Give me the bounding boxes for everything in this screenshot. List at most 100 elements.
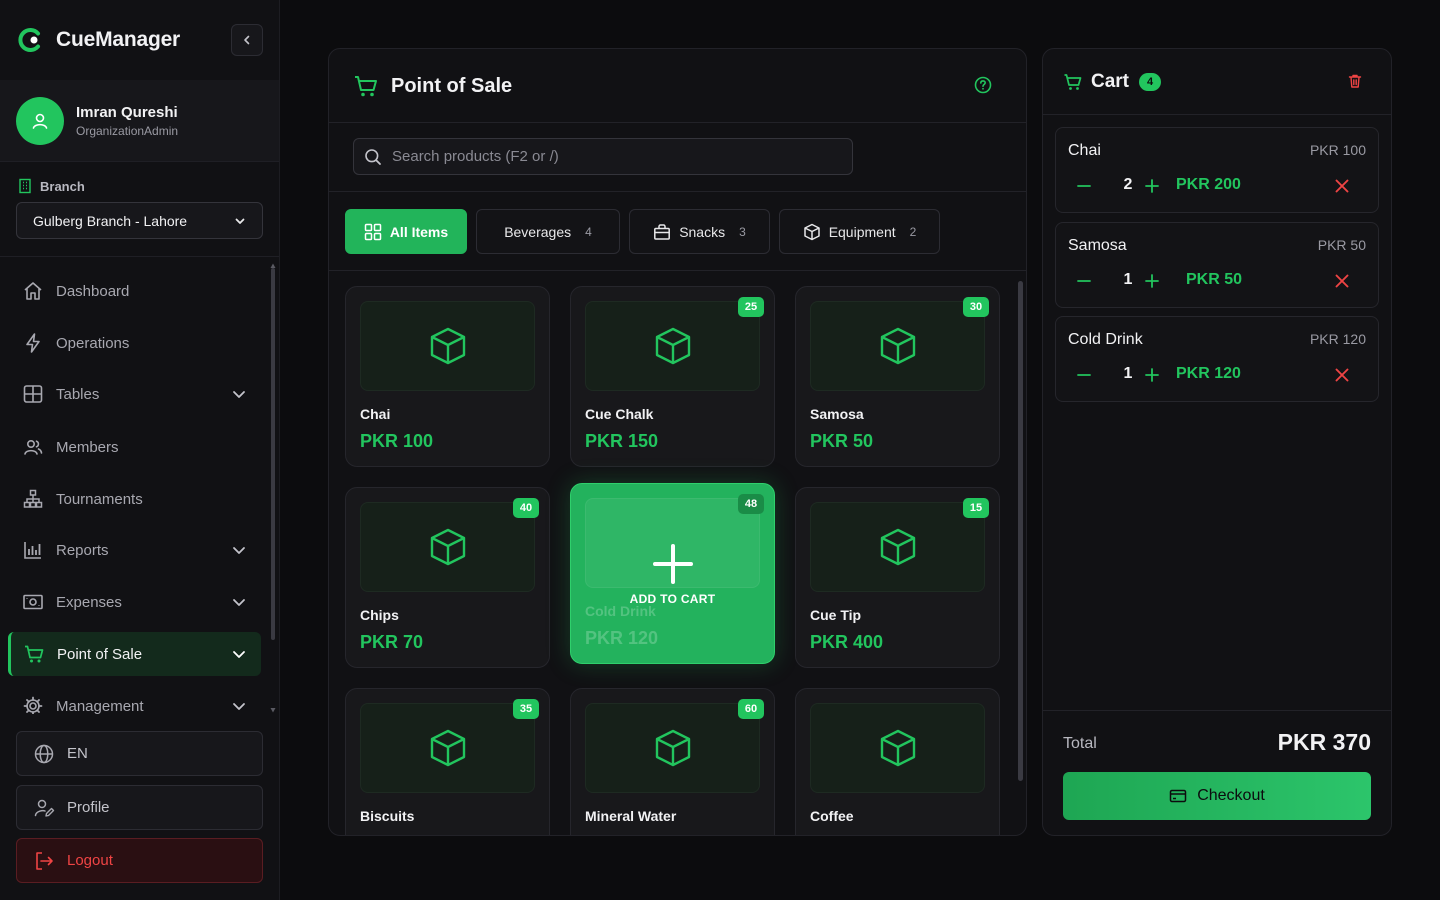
decrease-qty-button[interactable] — [1072, 363, 1096, 387]
nav-item-point-of-sale[interactable]: Point of Sale — [8, 632, 261, 676]
search-input[interactable] — [392, 148, 832, 165]
grid-icon — [22, 383, 44, 405]
decrease-qty-button[interactable] — [1072, 269, 1096, 293]
collapse-sidebar-button[interactable] — [231, 24, 263, 56]
cart-panel: Cart 4 Chai PKR 100 2 PKR 200 Samosa PKR… — [1042, 48, 1392, 836]
tab-beverages[interactable]: Beverages 4 — [476, 209, 620, 254]
avatar — [16, 97, 64, 145]
branch-select[interactable]: Gulberg Branch - Lahore — [16, 202, 263, 239]
nav-item-dashboard[interactable]: Dashboard — [8, 269, 261, 313]
cart-item: Samosa PKR 50 1 PKR 50 — [1055, 222, 1379, 308]
product-card[interactable]: 35 Biscuits — [345, 688, 550, 835]
cart-item-total: PKR 50 — [1186, 271, 1243, 288]
remove-item-button[interactable] — [1330, 174, 1354, 198]
tab-label: All Items — [389, 223, 449, 240]
increase-qty-button[interactable] — [1140, 174, 1164, 198]
close-icon — [1330, 363, 1354, 387]
product-card[interactable]: 15 Cue Tip PKR 400 — [795, 487, 1000, 668]
nav-item-management[interactable]: Management — [8, 684, 261, 714]
nav-label: Tables — [56, 385, 100, 403]
cart-item-controls: 2 PKR 200 — [1068, 174, 1366, 198]
product-card[interactable]: Chai PKR 100 — [345, 286, 550, 467]
cart-count-badge: 4 — [1139, 73, 1162, 91]
search-bar[interactable] — [353, 138, 853, 175]
nav-item-members[interactable]: Members — [8, 425, 261, 469]
product-name: Chips — [360, 607, 399, 623]
product-name: Samosa — [810, 406, 864, 422]
product-name: Cue Chalk — [585, 406, 654, 422]
remove-item-button[interactable] — [1330, 363, 1354, 387]
product-card[interactable]: Coffee — [795, 688, 1000, 835]
stock-badge: 60 — [738, 699, 764, 719]
tab-snacks[interactable]: Snacks 3 — [629, 209, 770, 254]
credit-card-icon — [1169, 787, 1187, 805]
nav-label: Dashboard — [56, 282, 130, 300]
help-icon[interactable] — [974, 76, 992, 94]
box-icon — [653, 326, 693, 366]
stock-badge: 25 — [738, 297, 764, 317]
profile-label: Profile — [67, 799, 110, 816]
minus-icon — [1076, 367, 1092, 383]
tab-label: Snacks — [679, 223, 726, 240]
product-grid: Chai PKR 100 25 Cue Chalk PKR 150 30 Sam… — [329, 271, 1026, 835]
product-card[interactable]: 30 Samosa PKR 50 — [795, 286, 1000, 467]
divider — [329, 191, 1026, 192]
product-price: PKR 400 — [810, 632, 884, 652]
nav-item-tables[interactable]: Tables — [8, 372, 261, 416]
cash-icon — [22, 591, 44, 613]
increase-qty-button[interactable] — [1140, 363, 1164, 387]
cart-item-name: Cold Drink — [1068, 331, 1143, 348]
profile-button[interactable]: Profile — [16, 785, 263, 830]
tab-equipment[interactable]: Equipment 2 — [779, 209, 940, 254]
total-value: PKR 370 — [1277, 729, 1371, 755]
chevron-down-icon — [231, 698, 247, 714]
product-image — [360, 502, 535, 592]
product-price: PKR 100 — [360, 431, 434, 451]
chart-icon — [22, 539, 44, 561]
clear-cart-button[interactable] — [1347, 73, 1363, 89]
tab-label: Beverages — [504, 223, 572, 240]
close-icon — [1330, 269, 1354, 293]
nav-label: Expenses — [56, 593, 122, 611]
product-image — [810, 301, 985, 391]
cart-header: Cart 4 — [1043, 49, 1391, 115]
cart-item: Chai PKR 100 2 PKR 200 — [1055, 127, 1379, 213]
language-button[interactable]: EN — [16, 731, 263, 776]
nav-label: Tournaments — [56, 490, 143, 508]
nav-item-operations[interactable]: Operations — [8, 321, 261, 365]
sidebar: CueManager Imran Qureshi OrganizationAdm… — [0, 0, 280, 900]
checkout-button[interactable]: Checkout — [1063, 772, 1371, 820]
decrease-qty-button[interactable] — [1072, 174, 1096, 198]
product-image — [810, 703, 985, 793]
remove-item-button[interactable] — [1330, 269, 1354, 293]
tab-all-items[interactable]: All Items — [345, 209, 467, 254]
nav-item-reports[interactable]: Reports — [8, 528, 261, 572]
chevron-left-icon — [241, 34, 253, 46]
app-name: CueManager — [56, 28, 181, 51]
cart-item-unit-price: PKR 120 — [1309, 331, 1366, 347]
product-card[interactable]: 48 Cold Drink PKR 120 ADD TO CART — [570, 483, 775, 664]
tab-count: 3 — [739, 224, 746, 239]
add-to-cart-overlay[interactable]: ADD TO CART — [571, 484, 774, 663]
total-label: Total — [1063, 735, 1097, 752]
chevron-down-icon — [231, 386, 247, 402]
box-icon — [428, 326, 468, 366]
home-icon — [22, 280, 44, 302]
globe-icon — [33, 743, 55, 765]
product-card[interactable]: 40 Chips PKR 70 — [345, 487, 550, 668]
nav-item-tournaments[interactable]: Tournaments — [8, 477, 261, 521]
product-name: Biscuits — [360, 808, 415, 824]
product-grid-scrollbar[interactable] — [1018, 281, 1023, 781]
product-card[interactable]: 60 Mineral Water — [570, 688, 775, 835]
user-card[interactable]: Imran Qureshi OrganizationAdmin — [0, 80, 279, 162]
product-price: PKR 150 — [585, 431, 659, 451]
product-card[interactable]: 25 Cue Chalk PKR 150 — [570, 286, 775, 467]
logout-button[interactable]: Logout — [16, 838, 263, 883]
nav-item-expenses[interactable]: Expenses — [8, 580, 261, 624]
cart-item-name: Samosa — [1068, 237, 1127, 254]
nav-label: Reports — [56, 541, 109, 559]
branch-select-value: Gulberg Branch - Lahore — [33, 212, 188, 229]
sidebar-scrollbar-thumb[interactable] — [271, 268, 275, 640]
cart-item-controls: 1 PKR 120 — [1068, 363, 1366, 387]
increase-qty-button[interactable] — [1140, 269, 1164, 293]
